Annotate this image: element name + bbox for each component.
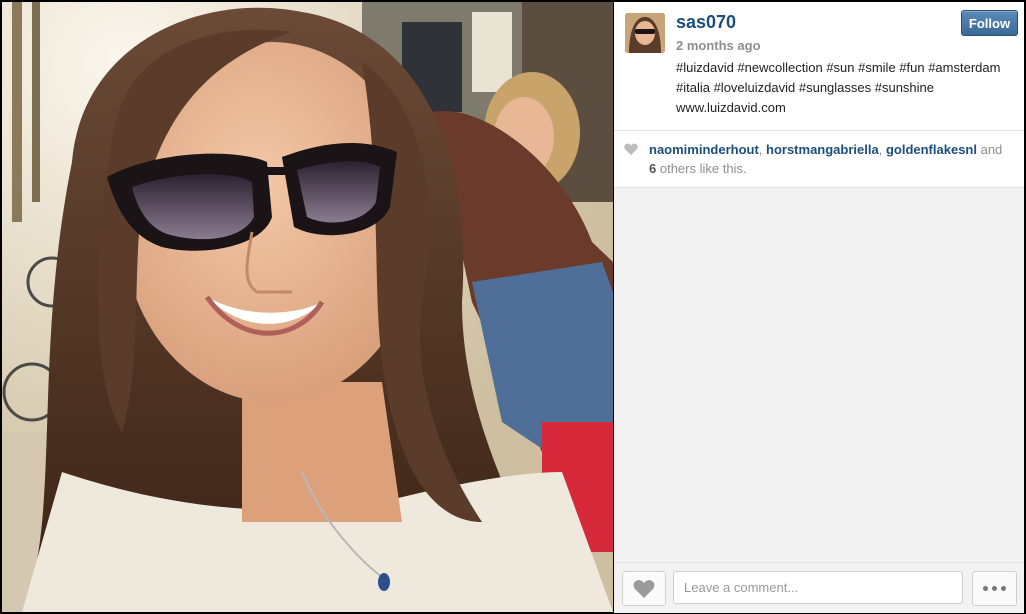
heart-icon [624,143,638,156]
post-timestamp[interactable]: 2 months ago [676,38,761,53]
likes-text: naomiminderhout, horstmangabriella, gold… [649,140,1019,178]
more-options-button[interactable] [972,571,1017,606]
comment-input[interactable] [673,571,963,604]
more-options-icon [992,586,997,591]
post-details-panel: sas070 2 months ago #luizdavid #newcolle… [614,2,1024,613]
avatar[interactable] [625,13,665,53]
more-options-icon [983,586,988,591]
post-header: sas070 2 months ago #luizdavid #newcolle… [614,2,1024,131]
likes-section: naomiminderhout, horstmangabriella, gold… [614,131,1024,188]
likes-separator: , [758,142,767,157]
others-text: others like this. [656,161,747,176]
post-window: sas070 2 months ago #luizdavid #newcolle… [0,0,1026,614]
more-options-icon [1001,586,1006,591]
liker-link[interactable]: naomiminderhout [649,142,759,157]
liker-link[interactable]: horstmangabriella [766,142,879,157]
likes-and-text: and [976,142,1003,157]
liker-link[interactable]: goldenflakesnl [886,142,977,157]
likes-separator: , [878,142,886,157]
post-caption: #luizdavid #newcollection #sun #smile #f… [676,60,1001,115]
avatar-image [625,13,665,53]
photo-image [2,2,613,612]
heart-icon [633,580,655,598]
username-link[interactable]: sas070 [676,12,736,33]
post-actions-bar [614,562,1024,613]
like-button[interactable] [622,571,666,606]
follow-button[interactable]: Follow [961,10,1018,36]
post-photo[interactable] [2,2,613,612]
